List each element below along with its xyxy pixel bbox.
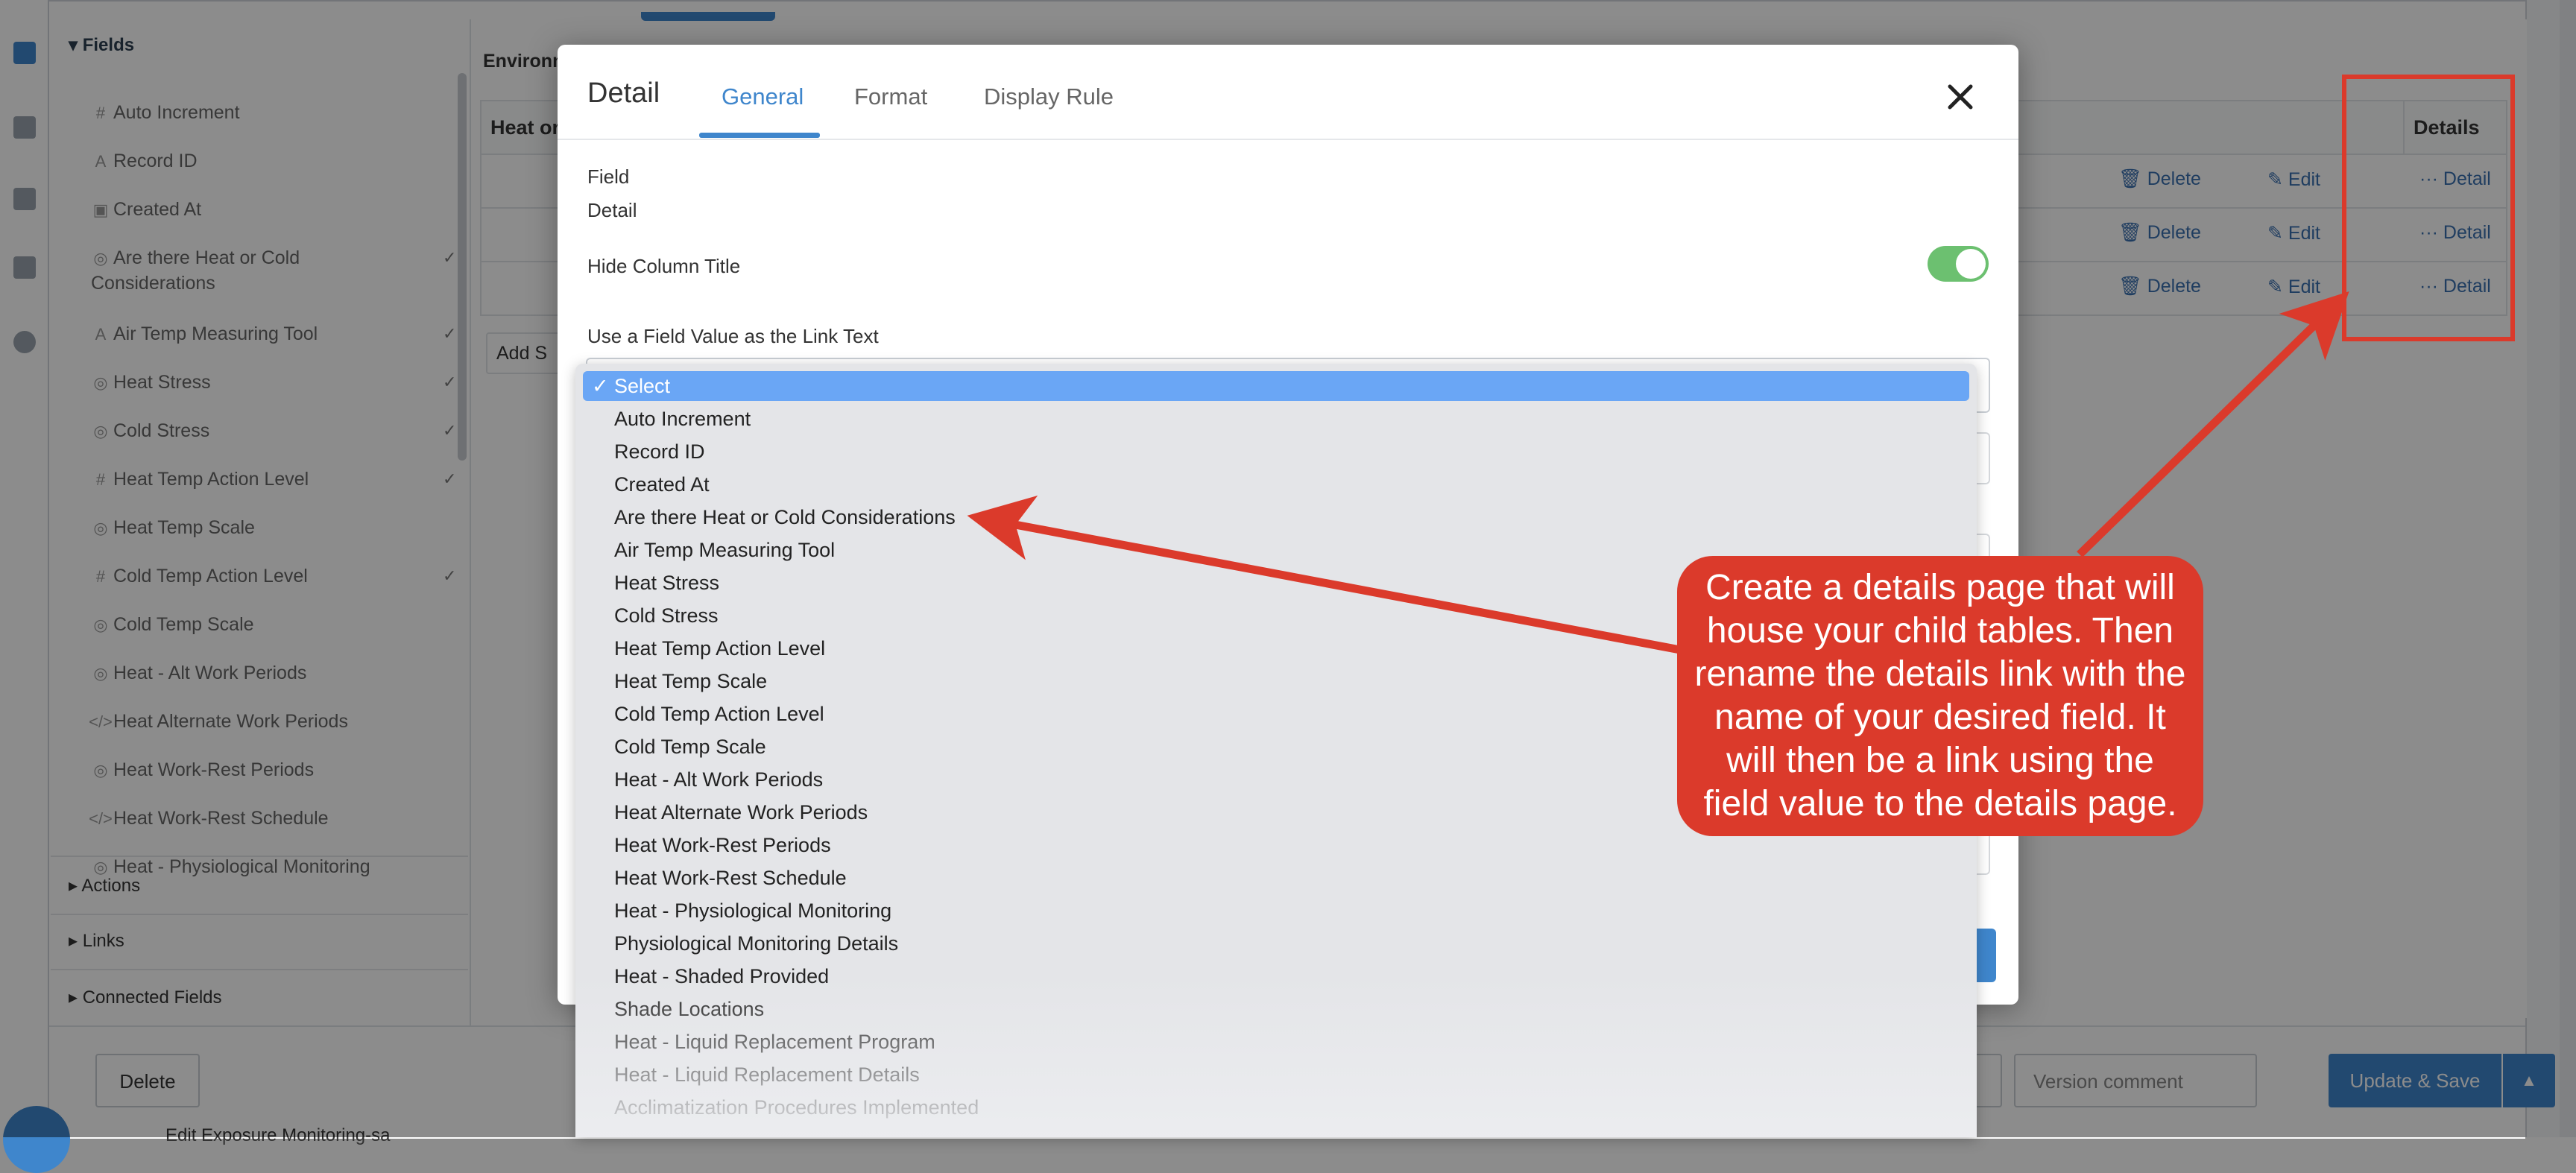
arrow-to-option bbox=[967, 495, 1682, 654]
callout-text: Create a details page that will house yo… bbox=[1694, 568, 2186, 823]
annotation-callout: Create a details page that will house yo… bbox=[1677, 556, 2203, 836]
arrow-to-details bbox=[2077, 291, 2349, 557]
